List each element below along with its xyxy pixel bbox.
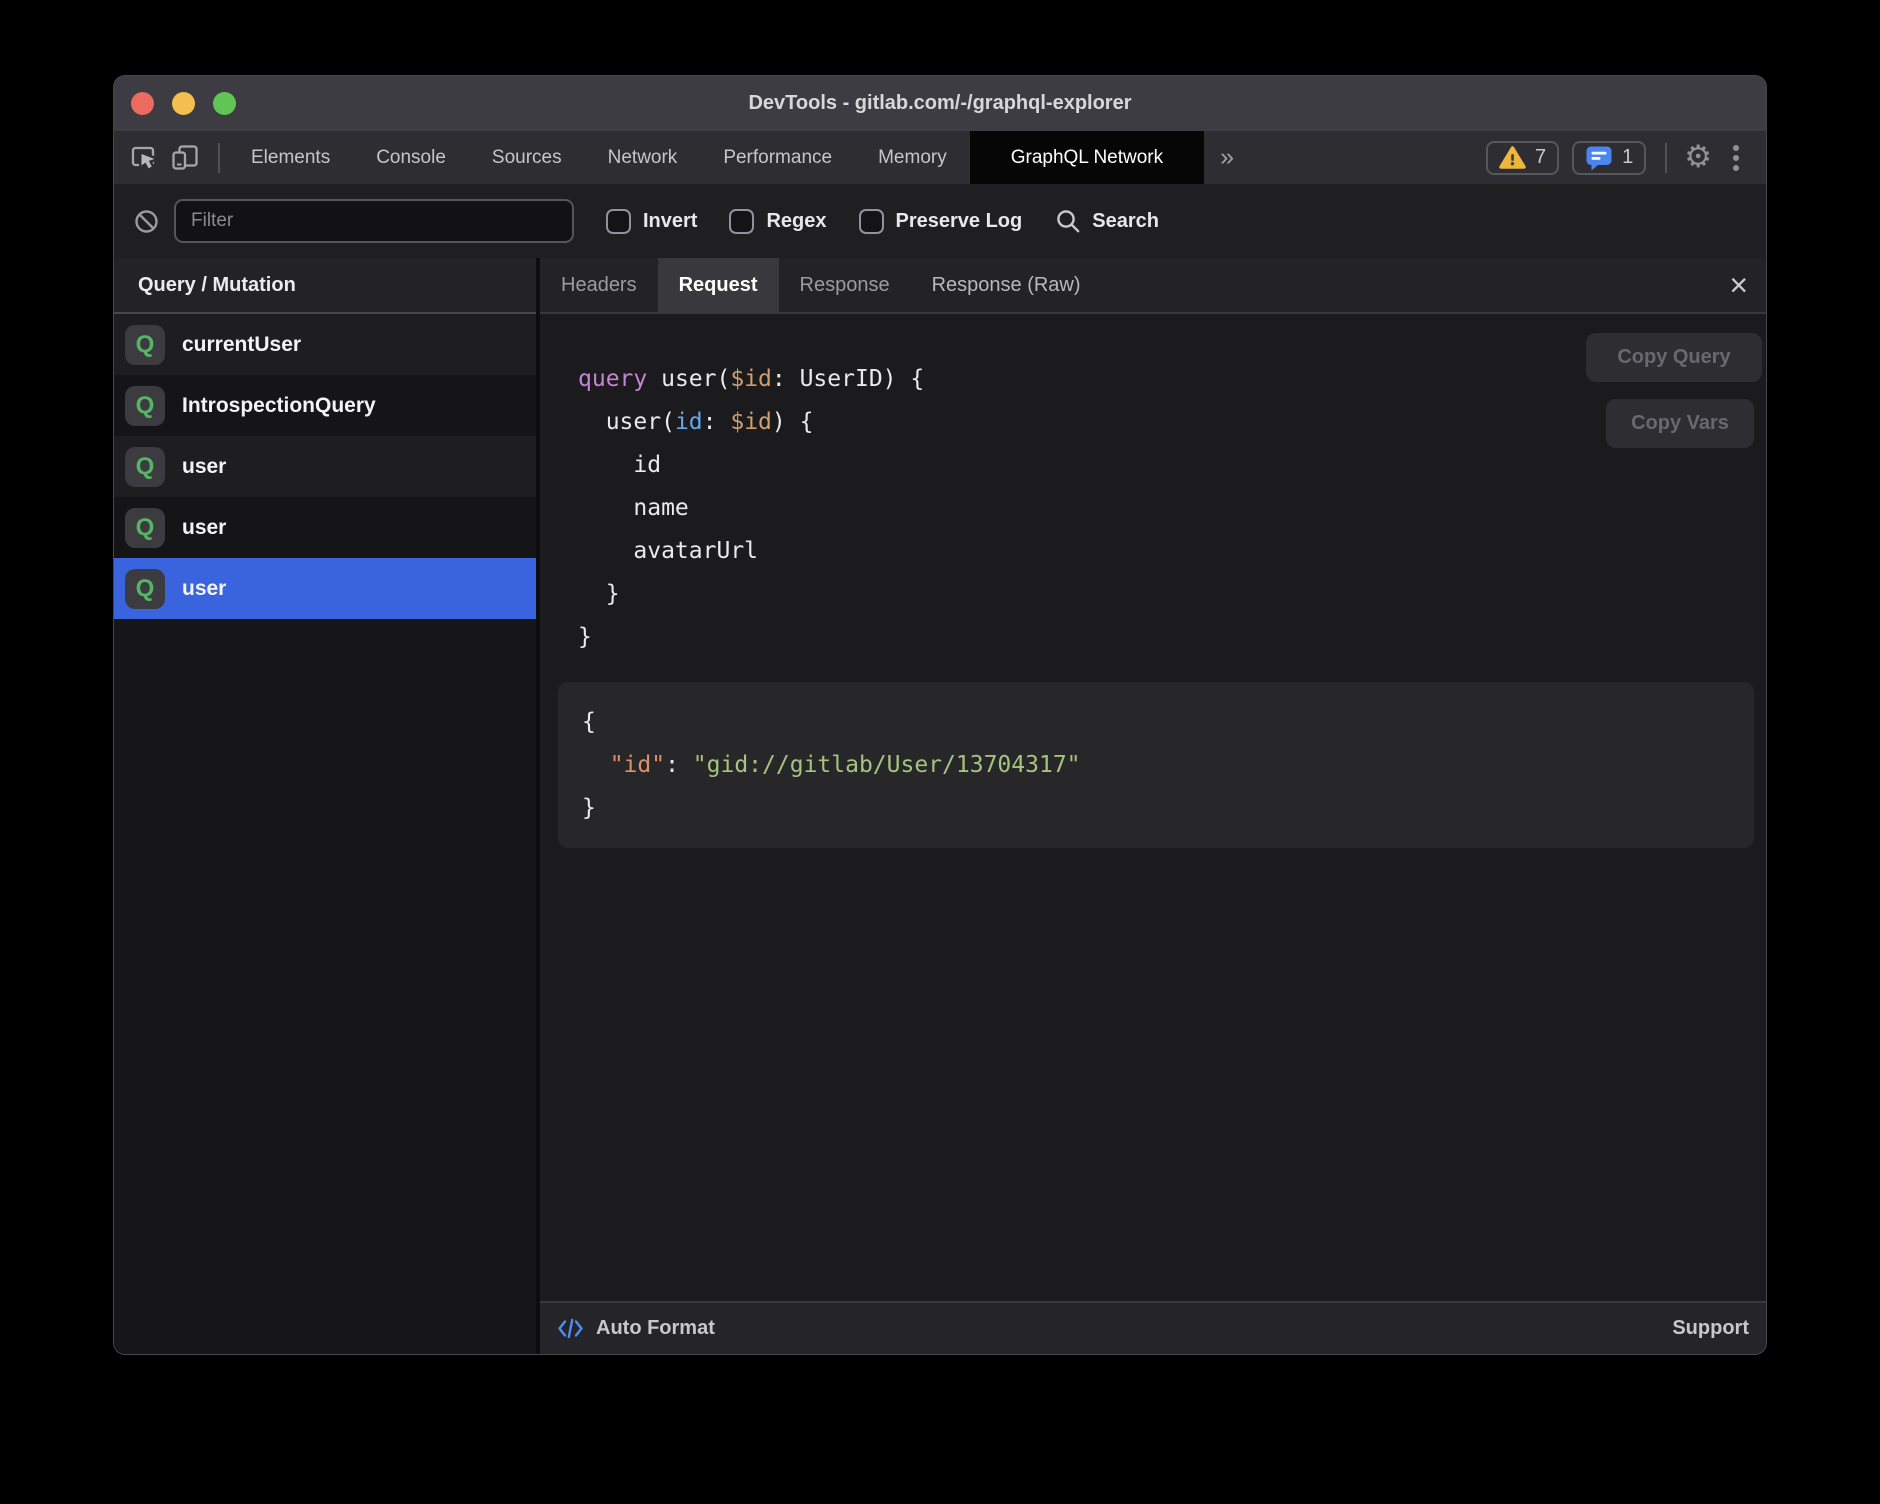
traffic-lights	[131, 76, 236, 131]
list-item-label: user	[182, 455, 226, 479]
query-type-badge: Q	[125, 447, 165, 487]
list-item-label: IntrospectionQuery	[182, 394, 376, 418]
device-toolbar-icon[interactable]	[170, 144, 200, 171]
tab-performance[interactable]: Performance	[700, 131, 855, 184]
tab-network[interactable]: Network	[585, 131, 701, 184]
issues-badge[interactable]: 1	[1572, 141, 1646, 175]
list-item-user-3-selected[interactable]: Q user	[114, 558, 536, 619]
detail-tab-strip: Headers Request Response Response (Raw) …	[540, 258, 1766, 314]
preserve-log-checkbox-group[interactable]: Preserve Log	[859, 209, 1023, 234]
query-type-badge: Q	[125, 569, 165, 609]
preserve-log-label: Preserve Log	[896, 210, 1023, 233]
warning-icon	[1499, 145, 1526, 170]
tab-elements[interactable]: Elements	[228, 131, 353, 184]
issues-count: 1	[1622, 146, 1633, 169]
tab-request[interactable]: Request	[658, 258, 779, 312]
toolbar-right-divider	[1665, 143, 1667, 173]
auto-format-button[interactable]: Auto Format	[557, 1317, 715, 1340]
copy-query-button[interactable]: Copy Query	[1586, 333, 1762, 382]
query-type-badge: Q	[125, 508, 165, 548]
auto-format-label: Auto Format	[596, 1317, 715, 1340]
list-item-introspectionQuery[interactable]: Q IntrospectionQuery	[114, 375, 536, 436]
tab-memory[interactable]: Memory	[855, 131, 970, 184]
query-list-header: Query / Mutation	[114, 258, 536, 314]
minimize-window-button[interactable]	[172, 92, 195, 115]
zoom-window-button[interactable]	[213, 92, 236, 115]
tab-headers[interactable]: Headers	[540, 258, 658, 312]
main-split: Query / Mutation Q currentUser Q Introsp…	[114, 258, 1766, 1354]
code-brackets-icon	[557, 1317, 584, 1340]
query-list-panel: Query / Mutation Q currentUser Q Introsp…	[114, 258, 536, 1354]
search-icon	[1055, 208, 1082, 235]
preserve-log-checkbox[interactable]	[859, 209, 884, 234]
devtools-toolbar: Elements Console Sources Network Perform…	[114, 131, 1766, 184]
toolbar-right-cluster: 7 1 ⚙	[1486, 141, 1766, 175]
request-variables-box: { "id": "gid://gitlab/User/13704317"}	[558, 682, 1754, 848]
close-window-button[interactable]	[131, 92, 154, 115]
warnings-badge[interactable]: 7	[1486, 141, 1559, 175]
detail-footer-bar: Auto Format Support	[540, 1301, 1766, 1354]
request-query-code: query user($id: UserID) { user(id: $id) …	[578, 358, 924, 659]
inspect-element-icon[interactable]	[129, 143, 158, 172]
list-item-user-2[interactable]: Q user	[114, 497, 536, 558]
list-item-currentUser[interactable]: Q currentUser	[114, 314, 536, 375]
list-item-user-1[interactable]: Q user	[114, 436, 536, 497]
invert-label: Invert	[643, 210, 697, 233]
filter-input[interactable]	[174, 199, 574, 243]
request-content: query user($id: UserID) { user(id: $id) …	[540, 314, 1766, 1301]
regex-checkbox-group[interactable]: Regex	[729, 209, 826, 234]
query-type-badge: Q	[125, 386, 165, 426]
request-detail-panel: Headers Request Response Response (Raw) …	[540, 258, 1766, 1354]
settings-gear-icon[interactable]: ⚙	[1684, 142, 1712, 173]
toolbar-divider	[218, 143, 220, 173]
tab-console[interactable]: Console	[353, 131, 469, 184]
list-item-label: currentUser	[182, 333, 301, 357]
more-tabs-icon[interactable]: »	[1204, 131, 1250, 184]
toolbar-left-icons	[114, 143, 228, 173]
title-bar: DevTools - gitlab.com/-/graphql-explorer	[114, 76, 1766, 131]
support-link[interactable]: Support	[1672, 1317, 1749, 1340]
copy-vars-button[interactable]: Copy Vars	[1606, 399, 1754, 448]
query-list-empty-area	[114, 619, 536, 1354]
search-label: Search	[1092, 210, 1159, 233]
invert-checkbox-group[interactable]: Invert	[606, 209, 697, 234]
tab-graphql-network[interactable]: GraphQL Network	[970, 131, 1204, 184]
clear-block-icon[interactable]	[133, 208, 160, 235]
regex-checkbox[interactable]	[729, 209, 754, 234]
window-title: DevTools - gitlab.com/-/graphql-explorer	[114, 92, 1766, 115]
tab-response-raw[interactable]: Response (Raw)	[911, 258, 1102, 312]
tab-sources[interactable]: Sources	[469, 131, 585, 184]
tab-response[interactable]: Response	[779, 258, 911, 312]
more-options-icon[interactable]	[1725, 145, 1747, 171]
message-bubble-icon	[1585, 145, 1613, 171]
list-item-label: user	[182, 577, 226, 601]
close-detail-icon[interactable]: ×	[1729, 269, 1748, 301]
request-variables-code: { "id": "gid://gitlab/User/13704317"}	[582, 701, 1730, 830]
query-type-badge: Q	[125, 325, 165, 365]
filter-bar: Invert Regex Preserve Log Search	[114, 184, 1766, 258]
devtools-window: DevTools - gitlab.com/-/graphql-explorer	[113, 75, 1767, 1355]
warnings-count: 7	[1535, 146, 1546, 169]
list-item-label: user	[182, 516, 226, 540]
invert-checkbox[interactable]	[606, 209, 631, 234]
search-control[interactable]: Search	[1055, 208, 1159, 235]
regex-label: Regex	[766, 210, 826, 233]
